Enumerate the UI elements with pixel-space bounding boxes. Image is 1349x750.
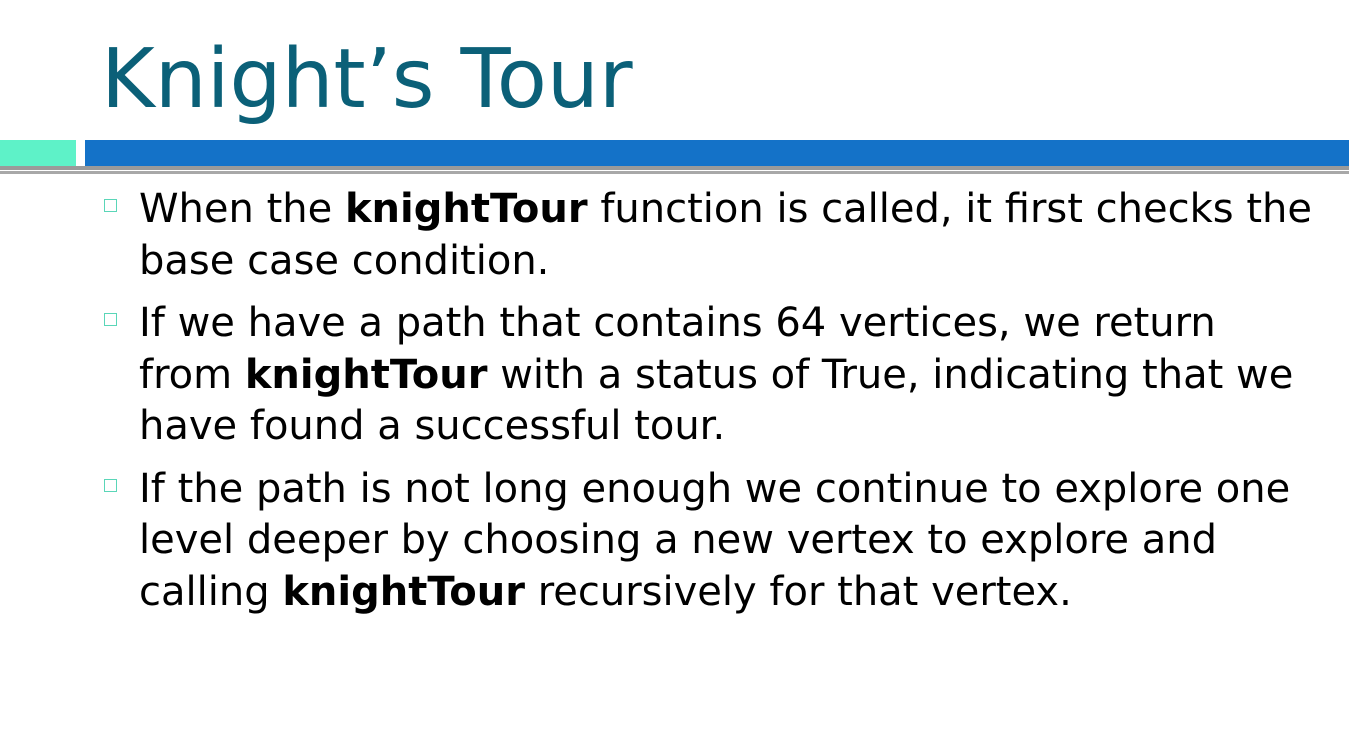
bullet-list: When the knightTour function is called, … [101, 184, 1321, 629]
divider-rule [0, 166, 1349, 170]
accent-bar-teal [0, 140, 76, 166]
bullet-text-segment: recursively for that vertex. [525, 568, 1072, 615]
hollow-square-bullet-icon [104, 313, 117, 326]
hollow-square-bullet-icon [104, 199, 117, 212]
keyword-knighttour: knightTour [244, 351, 488, 398]
bullet-text: If we have a path that contains 64 verti… [139, 300, 1293, 449]
slide-title: Knight’s Tour [101, 32, 633, 127]
bullet-text: When the knightTour function is called, … [139, 186, 1312, 284]
keyword-knighttour: knightTour [282, 568, 525, 615]
bullet-text: If the path is not long enough we contin… [139, 466, 1290, 615]
bullet-item: When the knightTour function is called, … [101, 184, 1321, 287]
hollow-square-bullet-icon [104, 478, 117, 492]
bullet-text-segment: When the [139, 186, 345, 232]
slide: Knight’s Tour When the knightTour functi… [0, 0, 1349, 750]
divider-rule-thin [0, 171, 1349, 174]
keyword-knighttour: knightTour [344, 186, 588, 232]
accent-bar-blue [85, 140, 1349, 166]
bullet-item: If the path is not long enough we contin… [101, 464, 1321, 619]
bullet-item: If we have a path that contains 64 verti… [101, 298, 1321, 453]
